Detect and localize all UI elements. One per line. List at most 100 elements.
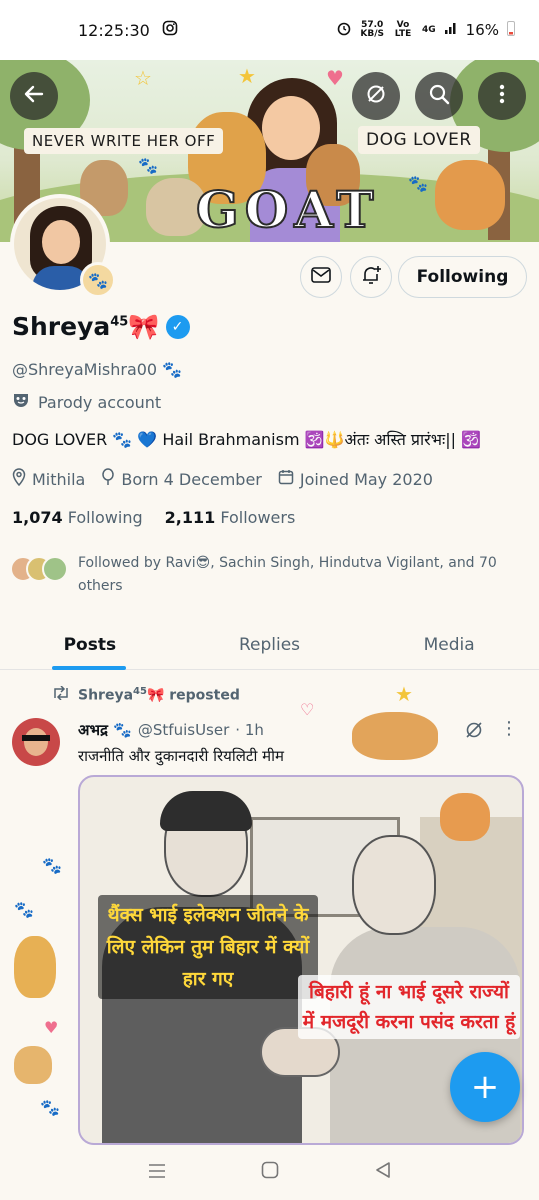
status-right: 57.0 KB/S Vo LTE 4G 16% xyxy=(336,20,515,40)
avatar-face xyxy=(42,220,80,264)
paw-doodle: 🐾 xyxy=(408,174,428,193)
tab-media[interactable]: Media xyxy=(359,620,539,669)
recent-apps-button[interactable] xyxy=(148,1160,166,1185)
post-text: राजनीति और दुकानदारी रियलिटी मीम xyxy=(78,747,284,765)
paw-doodle: 🐾 xyxy=(14,900,34,919)
network-speed: 57.0 KB/S xyxy=(360,20,384,39)
back-nav-button[interactable] xyxy=(375,1160,391,1185)
followed-by-text: Followed by Ravi😎, Sachin Singh, Hindutv… xyxy=(78,555,497,594)
handle-text: @ShreyaMishra00 xyxy=(12,360,158,379)
beagle-drawing xyxy=(352,712,438,760)
following-count-label: Following xyxy=(67,508,143,527)
volte-indicator: Vo LTE xyxy=(394,20,412,39)
follower-avatars xyxy=(10,552,72,586)
post-time: · 1h xyxy=(235,721,264,739)
search-button[interactable] xyxy=(415,72,463,120)
heart-doodle: ♥ xyxy=(44,1018,59,1037)
post-avatar-glasses xyxy=(22,735,50,741)
paw-doodle: 🐾 xyxy=(42,856,62,875)
follow-counts: 1,074 Following 2,111 Followers xyxy=(12,508,295,527)
envelope-icon xyxy=(311,267,331,287)
post-grok-button[interactable] xyxy=(464,720,484,744)
location-item: Mithila xyxy=(12,468,85,490)
banner-left-label: NEVER WRITE HER OFF xyxy=(24,128,224,154)
post-author-avatar[interactable] xyxy=(12,718,60,766)
heart-doodle: ♡ xyxy=(300,700,315,719)
profile-tabs: Posts Replies Media xyxy=(0,620,539,670)
following-count-number: 1,074 xyxy=(12,508,63,527)
corgi-drawing xyxy=(435,160,505,230)
handle-paw-emoji: 🐾 xyxy=(162,360,183,379)
meme-man-left-hair xyxy=(160,791,252,831)
corgi-drawing xyxy=(440,793,490,841)
repost-ribbon-emoji: 🎀 xyxy=(146,687,165,704)
arrow-left-icon xyxy=(23,83,45,109)
profile-bio: DOG LOVER 🐾 💙 Hail Brahmanism 🕉️🔱अंतः अस… xyxy=(12,430,481,449)
more-vertical-icon xyxy=(499,83,505,109)
repost-user-sup: 45 xyxy=(133,686,147,698)
back-button[interactable] xyxy=(10,72,58,120)
banner-right-label: DOG LOVER xyxy=(358,126,480,154)
star-doodle: ★ xyxy=(395,682,413,706)
repost-user-name: Shreya xyxy=(78,687,134,704)
alarm-icon xyxy=(336,20,352,40)
more-options-button[interactable] xyxy=(478,72,526,120)
paw-doodle: 🐾 xyxy=(40,1098,60,1117)
followed-by-row[interactable]: Followed by Ravi😎, Sachin Singh, Hindutv… xyxy=(10,552,530,598)
plus-icon: + xyxy=(470,1067,500,1107)
post-author-name[interactable]: अभद्र 🐾 xyxy=(78,720,132,740)
ribbon-emoji: 🎀 xyxy=(128,312,160,341)
instagram-icon xyxy=(162,20,178,40)
grok-icon xyxy=(365,83,387,109)
tab-replies[interactable]: Replies xyxy=(180,620,360,669)
post-author-paw-emoji: 🐾 xyxy=(113,721,132,739)
profile-handle: @ShreyaMishra00 🐾 xyxy=(12,360,182,379)
profile-name-text: Shreya xyxy=(12,312,111,341)
parody-label[interactable]: Parody account xyxy=(12,392,161,412)
verified-badge-icon[interactable]: ✓ xyxy=(165,315,190,339)
location-text: Mithila xyxy=(32,469,86,489)
profile-name: Shreya45🎀 xyxy=(12,312,160,342)
meme-caption-left: थैंक्स भाई इलेक्शन जीतने के लिए लेकिन तु… xyxy=(98,895,318,999)
repost-user[interactable]: Shreya45🎀 reposted xyxy=(78,686,240,704)
post-author-handle[interactable]: @StfuisUser xyxy=(138,721,229,739)
meme-man-right-head xyxy=(352,835,436,935)
puppy-drawing xyxy=(14,936,56,998)
status-left: 12:25:30 xyxy=(78,20,178,40)
repost-icon xyxy=(52,685,70,704)
puppy-drawing xyxy=(14,1046,52,1084)
home-button[interactable] xyxy=(261,1160,279,1185)
battery-icon xyxy=(507,20,515,40)
tab-posts[interactable]: Posts xyxy=(0,620,180,670)
notifications-button[interactable] xyxy=(350,256,392,298)
bell-plus-icon xyxy=(360,264,382,290)
meme-caption-right: बिहारी हूं ना भाई दूसरे राज्यों में मजदू… xyxy=(298,975,520,1039)
battery-text: 16% xyxy=(465,21,499,39)
mobile-data-indicator: 4G xyxy=(422,24,436,35)
repost-label: reposted xyxy=(169,687,240,704)
more-vertical-icon: ⋮ xyxy=(500,718,518,739)
post-author-name-text: अभद्र xyxy=(78,721,108,739)
heart-doodle: ♥ xyxy=(326,66,344,90)
joined-item: Joined May 2020 xyxy=(278,468,433,490)
mask-icon xyxy=(12,392,30,412)
star-doodle: ★ xyxy=(238,64,256,88)
followers-count[interactable]: 2,111 Followers xyxy=(165,508,296,527)
location-pin-icon xyxy=(12,468,26,490)
message-button[interactable] xyxy=(300,256,342,298)
status-bar: 12:25:30 57.0 KB/S Vo LTE 4G 16% xyxy=(0,0,539,60)
grok-button[interactable] xyxy=(352,72,400,120)
parody-text: Parody account xyxy=(38,392,162,412)
star-doodle: ☆ xyxy=(134,66,152,90)
birthday-item: Born 4 December xyxy=(101,468,262,490)
following-count[interactable]: 1,074 Following xyxy=(12,508,143,527)
post-more-button[interactable]: ⋮ xyxy=(500,718,518,739)
profile-name-row: Shreya45🎀 ✓ xyxy=(12,312,190,342)
signal-icon xyxy=(444,21,458,39)
banner-girl-face xyxy=(262,96,320,160)
followers-count-number: 2,111 xyxy=(164,508,216,527)
post-header: अभद्र 🐾 @StfuisUser · 1h xyxy=(78,720,264,740)
following-button[interactable]: Following xyxy=(398,256,527,298)
followers-count-label: Followers xyxy=(220,508,296,527)
compose-post-button[interactable]: + xyxy=(450,1052,520,1122)
